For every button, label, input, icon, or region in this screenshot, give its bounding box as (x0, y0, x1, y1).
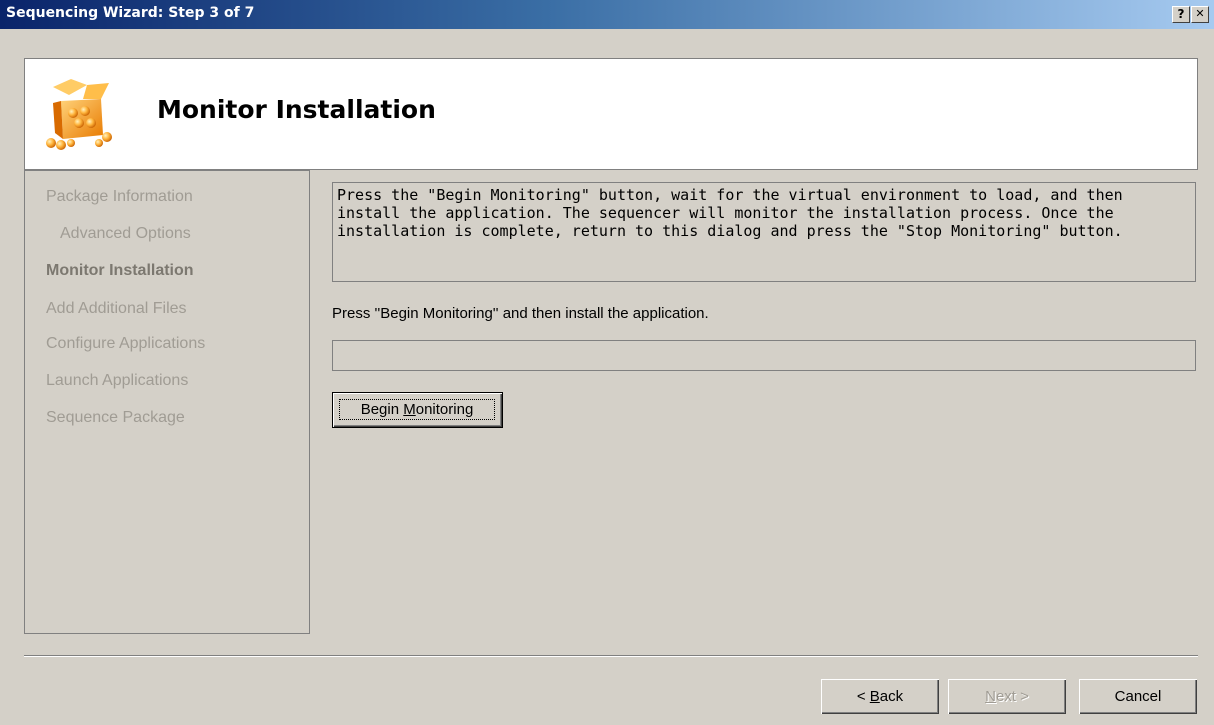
window-title: Sequencing Wizard: Step 3 of 7 (6, 5, 255, 21)
help-button[interactable]: ? (1172, 6, 1190, 23)
wizard-steps-nav: Package Information Advanced Options Mon… (24, 170, 310, 634)
footer-divider (24, 655, 1198, 657)
nav-step-add-additional-files: Add Additional Files (46, 300, 187, 317)
header-panel: Monitor Installation (24, 58, 1198, 170)
title-bar: Sequencing Wizard: Step 3 of 7 ? ✕ (0, 0, 1214, 29)
cancel-button[interactable]: Cancel (1079, 679, 1197, 714)
nav-step-configure-applications: Configure Applications (46, 335, 206, 352)
nav-step-package-information: Package Information (46, 188, 193, 205)
focus-rect: Begin Monitoring (339, 399, 495, 420)
nav-step-launch-applications: Launch Applications (46, 372, 189, 389)
nav-step-sequence-package: Sequence Package (46, 409, 185, 426)
back-button[interactable]: < Back (821, 679, 939, 714)
nav-step-monitor-installation: Monitor Installation (46, 262, 194, 279)
status-label: Press ''Begin Monitoring'' and then inst… (332, 305, 709, 322)
next-button[interactable]: Next > (948, 679, 1066, 714)
instructions-text: Press the "Begin Monitoring" button, wai… (332, 182, 1196, 282)
package-box-icon (46, 79, 112, 150)
begin-monitoring-label: Begin Monitoring (360, 401, 474, 418)
progress-bar (332, 340, 1196, 371)
close-button[interactable]: ✕ (1191, 6, 1209, 23)
nav-step-advanced-options: Advanced Options (60, 225, 191, 242)
page-title: Monitor Installation (157, 95, 436, 124)
begin-monitoring-button[interactable]: Begin Monitoring (332, 392, 503, 428)
